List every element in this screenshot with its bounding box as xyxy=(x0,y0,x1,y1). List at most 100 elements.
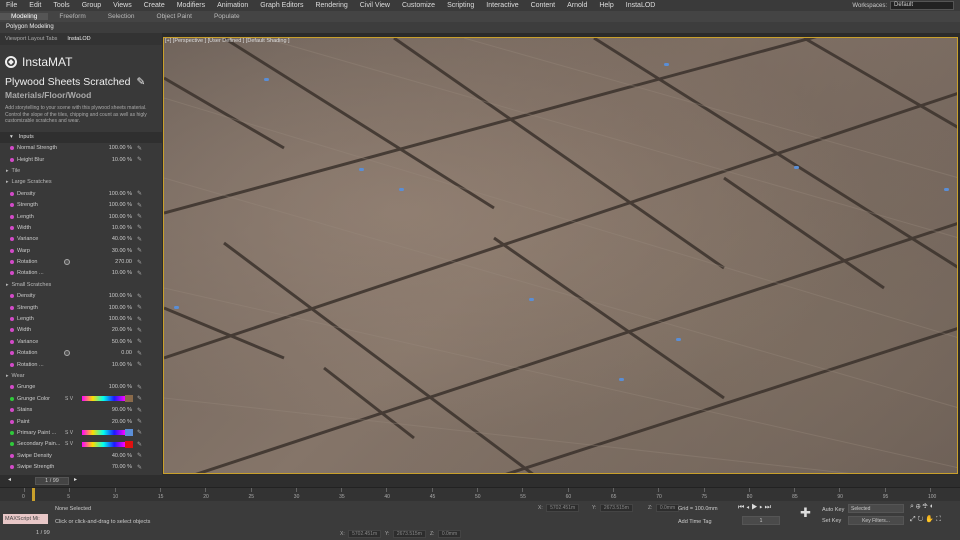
param-row[interactable]: Density 100.00 % ✎ xyxy=(0,188,162,199)
sv-toggle[interactable]: S V xyxy=(65,441,73,447)
param-value[interactable]: 10.00 % xyxy=(112,157,132,163)
param-value[interactable]: 20.00 % xyxy=(112,419,132,425)
edit-pencil-icon[interactable]: ✎ xyxy=(137,190,142,197)
z-value-bottom[interactable]: 0.0mm xyxy=(437,530,462,538)
param-row[interactable]: Height Blur 10.00 % ✎ xyxy=(0,154,162,165)
menu-tools[interactable]: Tools xyxy=(47,2,75,9)
color-swatch[interactable] xyxy=(125,395,133,403)
param-value[interactable]: 30.00 % xyxy=(112,248,132,254)
rotation-knob[interactable] xyxy=(64,259,70,266)
edit-pencil-icon[interactable]: ✎ xyxy=(137,224,142,231)
param-row[interactable]: Grunge Color S V ✎ xyxy=(0,393,162,404)
ribbon-tab-selection[interactable]: Selection xyxy=(97,13,146,20)
param-value[interactable]: 40.00 % xyxy=(112,236,132,242)
set-key-label[interactable]: Set Key xyxy=(822,518,841,524)
param-value[interactable]: 100.00 % xyxy=(109,214,132,220)
param-row[interactable]: Strength 100.00 % ✎ xyxy=(0,199,162,210)
edit-pencil-icon[interactable]: ✎ xyxy=(137,259,142,266)
rotation-knob[interactable] xyxy=(64,350,70,357)
param-value[interactable]: 0.00 xyxy=(121,350,132,356)
param-value[interactable]: 10.00 % xyxy=(112,270,132,276)
y-value[interactable]: 2673.515m xyxy=(599,504,633,512)
param-row[interactable]: Secondary Pain... S V ✎ xyxy=(0,439,162,450)
edit-pencil-icon[interactable]: ✎ xyxy=(137,145,142,152)
edit-pencil-icon[interactable]: ✎ xyxy=(137,202,142,209)
time-slider-bar[interactable]: ◂ 1 / 99 ▸ xyxy=(0,475,960,487)
sv-toggle[interactable]: S V xyxy=(65,396,73,402)
menu-scripting[interactable]: Scripting xyxy=(441,2,480,9)
menu-modifiers[interactable]: Modifiers xyxy=(171,2,211,9)
param-row[interactable]: Rotation 0.00 ✎ xyxy=(0,348,162,359)
frame-field[interactable]: 1 xyxy=(742,516,780,525)
param-row[interactable]: Width 10.00 % ✎ xyxy=(0,222,162,233)
edit-pencil-icon[interactable]: ✎ xyxy=(137,464,142,471)
menu-create[interactable]: Create xyxy=(138,2,171,9)
param-value[interactable]: 100.00 % xyxy=(109,191,132,197)
param-row[interactable]: Variance 50.00 % ✎ xyxy=(0,336,162,347)
menu-graph-editors[interactable]: Graph Editors xyxy=(254,2,309,9)
edit-pencil-icon[interactable]: ✎ xyxy=(137,304,142,311)
param-row[interactable]: Swipe Density 40.00 % ✎ xyxy=(0,450,162,461)
menu-arnold[interactable]: Arnold xyxy=(561,2,593,9)
menu-instalod[interactable]: InstaLOD xyxy=(620,2,662,9)
param-row[interactable]: Variance 40.00 % ✎ xyxy=(0,234,162,245)
hue-gradient[interactable] xyxy=(82,396,125,402)
hue-gradient[interactable] xyxy=(82,441,125,447)
timeline-cursor[interactable] xyxy=(32,488,35,501)
auto-key-label[interactable]: Auto Key xyxy=(822,507,844,513)
param-value[interactable]: 100.00 % xyxy=(109,202,132,208)
edit-pencil-icon[interactable]: ✎ xyxy=(137,407,142,414)
z-value[interactable]: 0.0mm xyxy=(655,504,680,512)
param-value[interactable]: 40.00 % xyxy=(112,453,132,459)
edit-pencil-icon[interactable]: ✎ xyxy=(137,384,142,391)
edit-pencil-icon[interactable]: ✎ xyxy=(137,338,142,345)
menu-customize[interactable]: Customize xyxy=(396,2,441,9)
edit-pencil-icon[interactable]: ✎ xyxy=(137,247,142,254)
viewport-label[interactable]: [+] [Perspective ] [User Defined ] [Defa… xyxy=(165,38,290,44)
time-slider[interactable]: 1 / 99 xyxy=(35,477,69,485)
key-filters-button[interactable]: Key Filters... xyxy=(848,516,904,525)
menu-animation[interactable]: Animation xyxy=(211,2,254,9)
edit-pencil-icon[interactable]: ✎ xyxy=(137,441,142,448)
y-value-bottom[interactable]: 2673.515m xyxy=(392,530,426,538)
sv-toggle[interactable]: S V xyxy=(65,430,73,436)
param-row[interactable]: Length 100.00 % ✎ xyxy=(0,313,162,324)
color-swatch[interactable] xyxy=(125,440,133,448)
tab-instalod[interactable]: InstaLOD xyxy=(62,36,95,42)
edit-pencil-icon[interactable]: ✎ xyxy=(137,327,142,334)
param-row[interactable]: Paint 20.00 % ✎ xyxy=(0,416,162,427)
maxscript-listener[interactable]: MAXScript Mi: xyxy=(3,514,48,524)
param-row[interactable]: Normal Strength 100.00 % ✎ xyxy=(0,143,162,154)
edit-pencil-icon[interactable]: ✎ xyxy=(137,452,142,459)
group-tile[interactable]: Tile xyxy=(0,165,162,176)
param-row[interactable]: Rotation ... 10.00 % ✎ xyxy=(0,268,162,279)
hue-gradient[interactable] xyxy=(82,430,125,436)
edit-pencil-icon[interactable]: ✎ xyxy=(137,156,142,163)
edit-pencil-icon[interactable]: ✎ xyxy=(137,350,142,357)
viewport-nav-icons-2[interactable]: ⤢ ↻ ✋ ⛶ xyxy=(910,515,941,524)
menu-civil-view[interactable]: Civil View xyxy=(354,2,396,9)
menu-content[interactable]: Content xyxy=(525,2,562,9)
menu-views[interactable]: Views xyxy=(107,2,138,9)
param-value[interactable]: 90.00 % xyxy=(112,407,132,413)
param-value[interactable]: 100.00 % xyxy=(109,316,132,322)
menu-edit[interactable]: Edit xyxy=(23,2,47,9)
menu-help[interactable]: Help xyxy=(593,2,619,9)
workspaces-dropdown[interactable]: Default xyxy=(890,1,954,10)
group-small-scratches[interactable]: Small Scratches xyxy=(0,279,162,290)
edit-pencil-icon[interactable]: ✎ xyxy=(137,361,142,368)
param-row[interactable]: Grunge 100.00 % ✎ xyxy=(0,382,162,393)
param-value[interactable]: 20.00 % xyxy=(112,327,132,333)
color-swatch[interactable] xyxy=(125,429,133,437)
param-row[interactable]: Swipe Strength 70.00 % ✎ xyxy=(0,461,162,472)
ribbon-tab-populate[interactable]: Populate xyxy=(203,13,251,20)
param-row[interactable]: Primary Paint ... S V ✎ xyxy=(0,427,162,438)
menu-rendering[interactable]: Rendering xyxy=(309,2,353,9)
param-value[interactable]: 270.00 xyxy=(115,259,132,265)
edit-pencil-icon[interactable]: ✎ xyxy=(137,316,142,323)
inputs-header[interactable]: ▾ Inputs xyxy=(0,131,162,143)
param-value[interactable]: 100.00 % xyxy=(109,293,132,299)
param-value[interactable]: 100.00 % xyxy=(109,384,132,390)
param-row[interactable]: Rotation ... 10.00 % ✎ xyxy=(0,359,162,370)
edit-pencil-icon[interactable]: ✎ xyxy=(137,236,142,243)
